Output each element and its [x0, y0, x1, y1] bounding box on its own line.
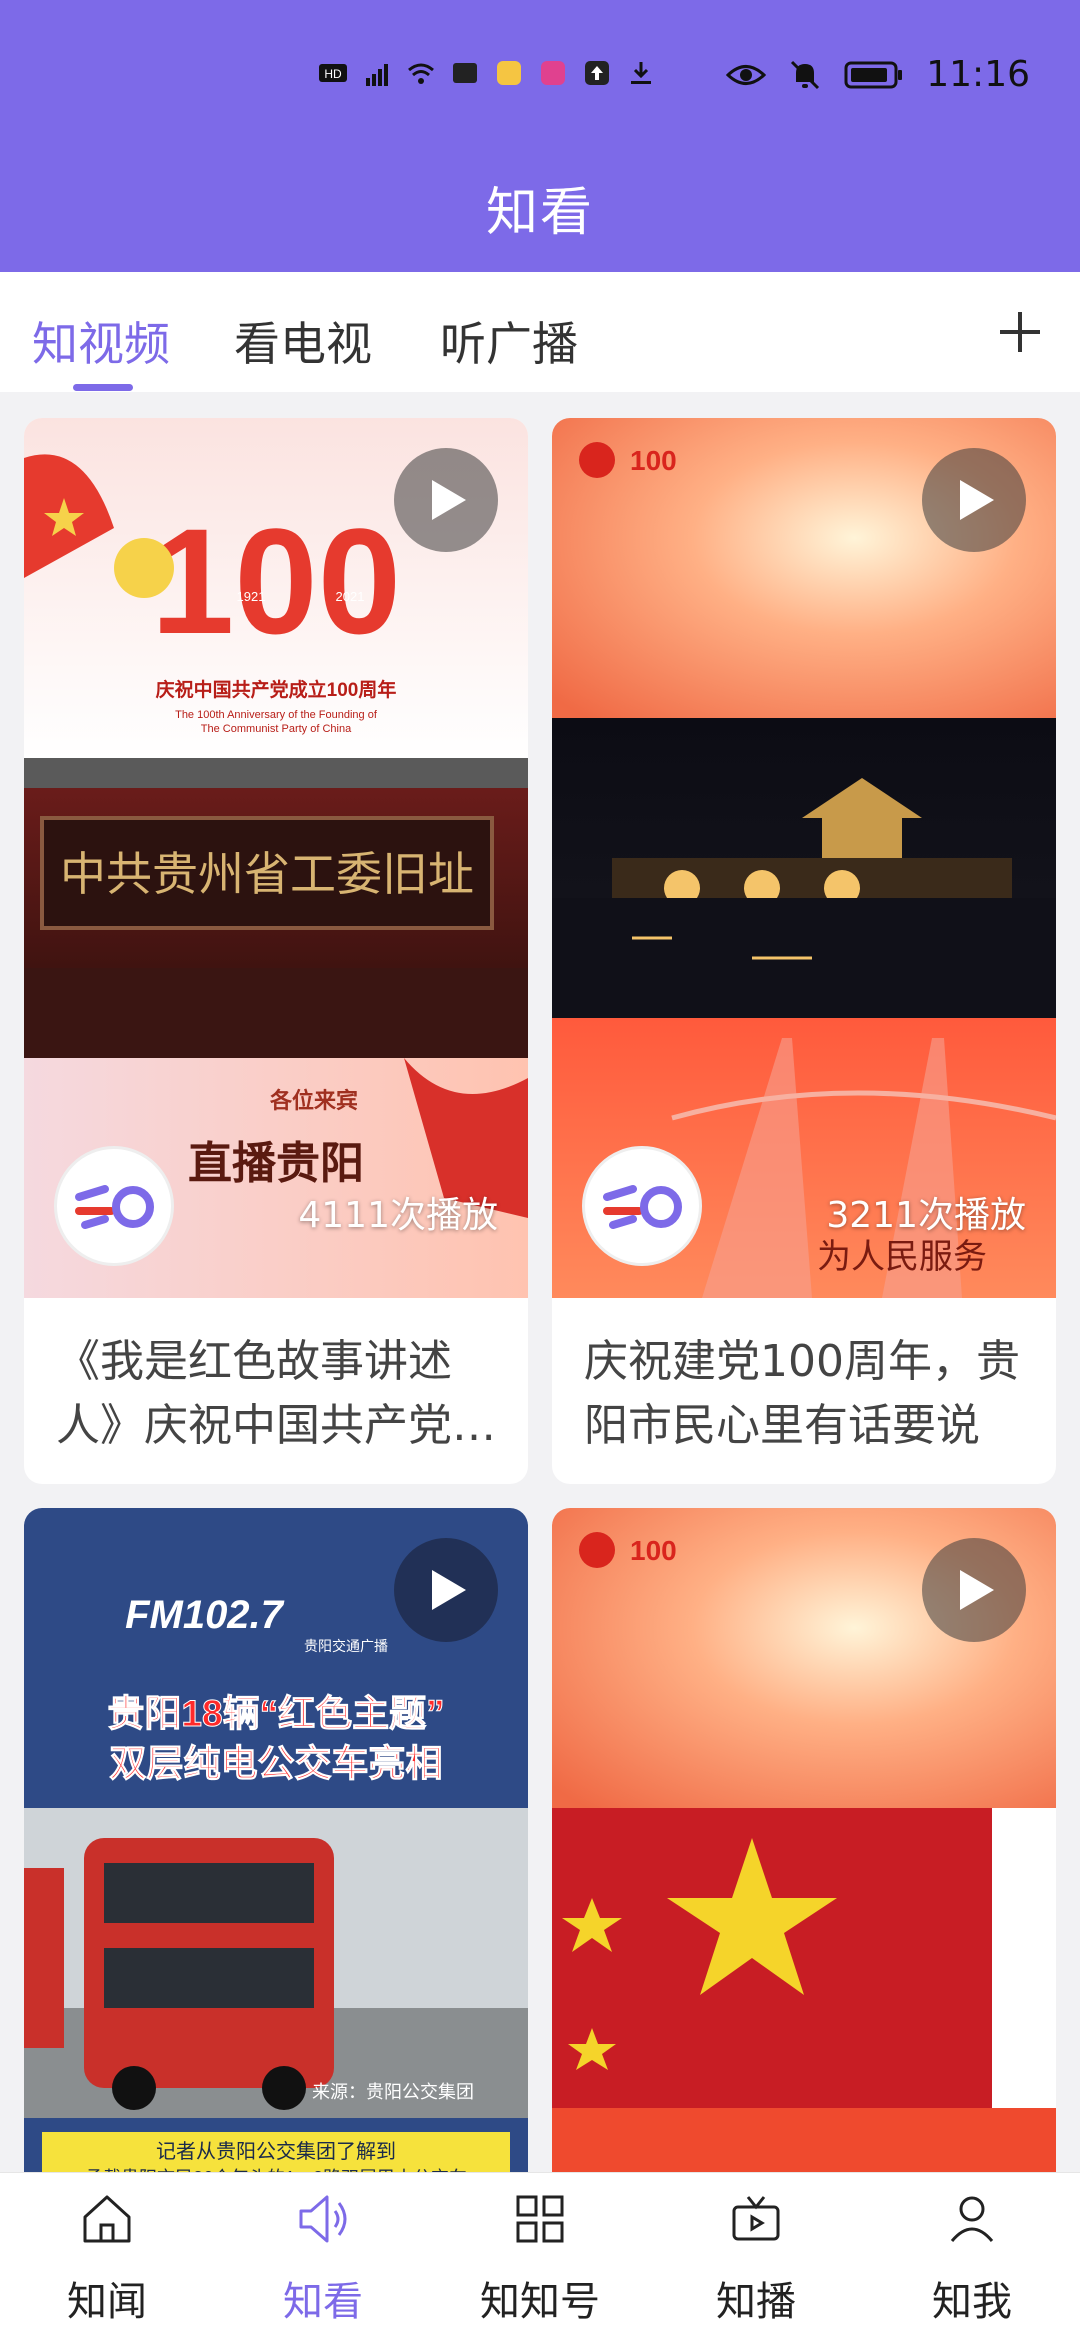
play-count: 3211次播放 [826, 1195, 1026, 1236]
video-thumbnail[interactable]: 100 为人民服务 3211次播放 [552, 418, 1056, 1298]
signal-5g-icon [366, 64, 388, 86]
poster-brand-sub: 贵阳交通广播 [304, 1638, 388, 1654]
nav-item-zhiwen[interactable]: 知闻 [17, 2191, 197, 2327]
channel-avatar[interactable] [54, 1146, 174, 1266]
video-title[interactable]: 庆祝建党100周年，贵阳市民心里有话要说 [584, 1330, 1028, 1458]
video-thumbnail[interactable]: 100 1921 2021 庆祝中国共产党成立100周年 The 100th A… [24, 418, 528, 1298]
poster-source: 来源：贵阳公交集团 [312, 2082, 474, 2102]
play-count: 4111次播放 [298, 1195, 498, 1236]
video-card[interactable]: 100 为人民服务 3211次播放 庆祝建党100周年，贵阳市民心里有话要说 [552, 418, 1056, 1484]
video-thumbnail[interactable]: 100 [552, 1508, 1056, 2208]
page-title: 知看 [485, 183, 594, 243]
download-icon [631, 62, 651, 84]
play-button[interactable] [394, 448, 498, 552]
nav-item-zhibo[interactable]: 知播 [666, 2191, 846, 2327]
poster-english-2: The Communist Party of China [201, 723, 352, 735]
nav-label: 知闻 [67, 2279, 147, 2325]
poster-100-text: 100 [630, 445, 677, 476]
banner-text: 直播贵阳 [188, 1138, 364, 1189]
tab-kan-dianshi[interactable]: 看电视 [234, 308, 372, 374]
play-icon [960, 480, 994, 520]
poster-headline-2: 双层纯电公交车亮相 [110, 1742, 443, 1784]
app-icon [453, 63, 477, 83]
play-button[interactable] [922, 1538, 1026, 1642]
tab-ting-guangbo[interactable]: 听广播 [440, 308, 578, 374]
hd-icon: HD [319, 64, 347, 82]
plus-icon[interactable] [996, 308, 1044, 356]
home-icon [83, 2195, 131, 2243]
logo-icon [603, 1185, 682, 1229]
eye-icon [726, 64, 767, 85]
poster-year-end: 2021 [336, 589, 365, 604]
poster-100-text: 100 [151, 497, 401, 665]
app-header: HD 11:16 知看 [0, 0, 1080, 272]
active-tab-indicator [73, 384, 133, 391]
video-thumbnail[interactable]: FM102.7 贵阳交通广播 贵阳18辆“红色主题” 双层纯电公交车亮相 来源：… [24, 1508, 528, 2208]
play-icon [432, 480, 466, 520]
speaker-icon [299, 2195, 347, 2243]
poster-english: The 100th Anniversary of the Founding of [175, 709, 378, 721]
poster-brand: FM102.7 [125, 1593, 285, 1637]
play-button[interactable] [394, 1538, 498, 1642]
poster-year-start: 1921 [237, 589, 266, 604]
logo-icon [75, 1185, 154, 1229]
nav-label: 知我 [932, 2279, 1012, 2325]
nav-item-zhiwo[interactable]: 知我 [882, 2191, 1062, 2327]
status-time: 11:16 [926, 54, 1030, 95]
poster-caption-1: 记者从贵阳公交集团了解到 [156, 2140, 396, 2163]
video-title[interactable]: 《我是红色故事讲述人》庆祝中国共产党成立100周年 [56, 1330, 500, 1458]
notification-icon [497, 61, 521, 85]
bell-muted-icon [791, 60, 820, 89]
nav-item-zhikan[interactable]: 知看 [233, 2191, 413, 2327]
banner-top-text: 各位来宾 [269, 1088, 358, 1113]
svg-text:HD: HD [324, 67, 342, 81]
status-left-icons: HD [318, 58, 656, 88]
video-card[interactable]: 100 [552, 1508, 1056, 2208]
tv-icon [732, 2196, 780, 2241]
battery-icon [844, 61, 903, 88]
play-icon [432, 1570, 466, 1610]
nav-item-zhizhihao[interactable]: 知知号 [450, 2191, 630, 2327]
play-icon [960, 1570, 994, 1610]
video-card[interactable]: 100 1921 2021 庆祝中国共产党成立100周年 The 100th A… [24, 418, 528, 1484]
poster-headline-1: 贵阳18辆“红色主题” [107, 1693, 444, 1734]
sign-text: 中共贵州省工委旧址 [60, 847, 474, 901]
nav-label: 知知号 [480, 2279, 600, 2325]
channel-tabs: 知视频 看电视 听广播 [0, 272, 1080, 392]
nav-label: 知播 [716, 2279, 796, 2325]
video-card[interactable]: FM102.7 贵阳交通广播 贵阳18辆“红色主题” 双层纯电公交车亮相 来源：… [24, 1508, 528, 2208]
banner-text: 为人民服务 [817, 1237, 987, 1277]
wifi-icon [408, 63, 434, 84]
tab-zhi-shipin[interactable]: 知视频 [32, 308, 170, 374]
upload-icon [585, 61, 609, 85]
grid-icon [516, 2195, 564, 2243]
status-bar: HD 11:16 [0, 48, 1080, 108]
person-icon [950, 2196, 994, 2242]
poster-caption: 庆祝中国共产党成立100周年 [156, 678, 397, 701]
status-right: 11:16 [726, 54, 1030, 95]
notification-icon [541, 61, 565, 85]
play-button[interactable] [922, 448, 1026, 552]
poster-100-text: 100 [630, 1535, 677, 1566]
channel-avatar[interactable] [582, 1146, 702, 1266]
bottom-nav: 知闻 知看 知知号 知播 知我 [0, 2172, 1080, 2340]
nav-label: 知看 [283, 2279, 363, 2325]
